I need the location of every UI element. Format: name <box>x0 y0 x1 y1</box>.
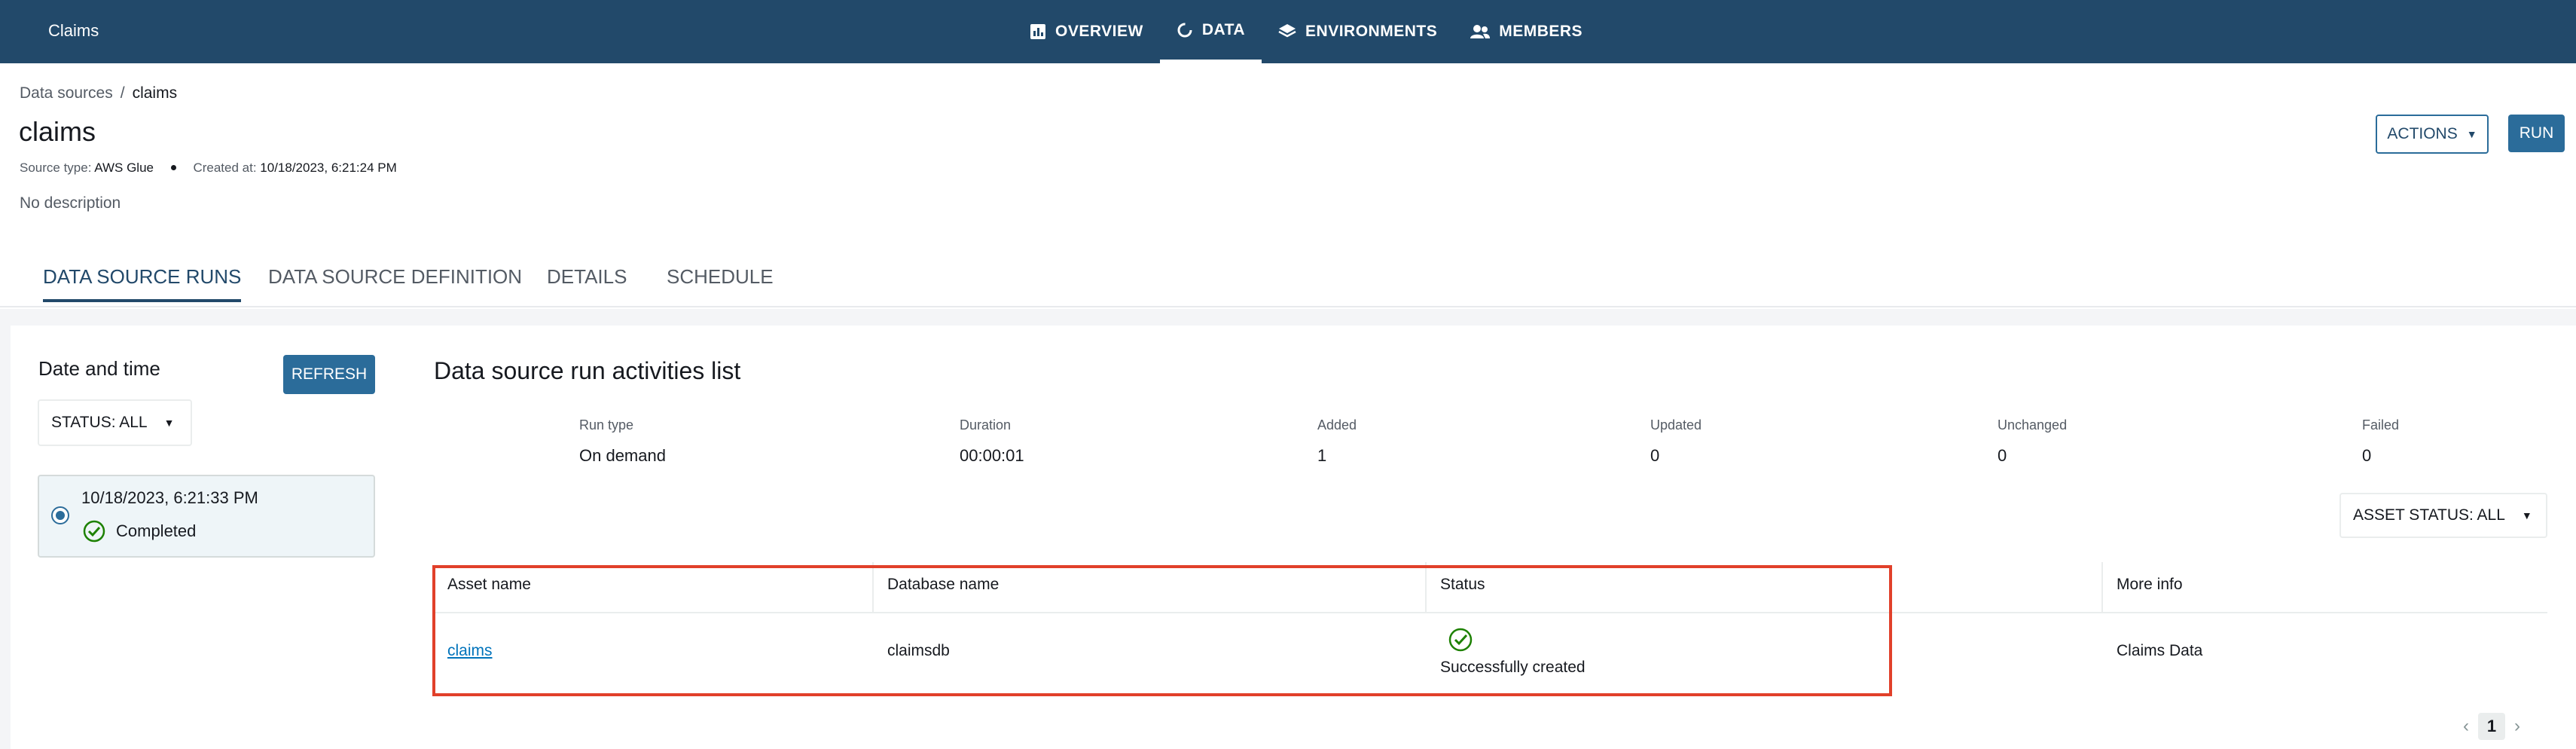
stat-updated-value: 0 <box>1650 446 1660 465</box>
chart-icon <box>1030 24 1045 39</box>
nav-members[interactable]: MEMBERS <box>1454 0 1599 63</box>
page-meta: Source type: AWS Glue Created at: 10/18/… <box>20 160 397 176</box>
status-filter-dropdown[interactable]: STATUS: ALL ▼ <box>38 399 192 446</box>
date-time-heading: Date and time <box>38 357 160 380</box>
top-navigation-bar: Claims OVERVIEW DATA ENVIRONMENTS MEMBER… <box>0 0 2576 63</box>
column-divider[interactable] <box>2101 562 2103 612</box>
data-icon <box>1177 23 1192 37</box>
tab-schedule[interactable]: SCHEDULE <box>667 265 774 299</box>
main-nav: OVERVIEW DATA ENVIRONMENTS MEMBERS <box>1013 0 1599 63</box>
caret-down-icon: ▼ <box>163 417 175 429</box>
stat-duration-value: 00:00:01 <box>960 446 1024 465</box>
stat-failed-label: Failed <box>2362 417 2400 433</box>
stat-run-type-value: On demand <box>579 446 666 465</box>
source-type-label: Source type: <box>20 160 92 175</box>
page-description: No description <box>20 194 121 212</box>
nav-overview[interactable]: OVERVIEW <box>1013 0 1160 63</box>
nav-members-label: MEMBERS <box>1499 23 1583 40</box>
stat-added-label: Added <box>1317 417 1357 433</box>
stat-unchanged-value: 0 <box>1998 446 2007 465</box>
stat-unchanged-label: Unchanged <box>1998 417 2068 433</box>
refresh-button[interactable]: REFRESH <box>283 355 375 394</box>
run-list-item[interactable]: 10/18/2023, 6:21:33 PM Completed <box>38 475 375 558</box>
page-number-current[interactable]: 1 <box>2478 713 2505 740</box>
run-timestamp: 10/18/2023, 6:21:33 PM <box>81 488 258 507</box>
check-circle-icon <box>83 520 105 543</box>
caret-down-icon: ▼ <box>2466 128 2477 140</box>
highlight-annotation-box <box>432 565 1892 696</box>
breadcrumb: Data sources / claims <box>20 84 177 102</box>
actions-label: ACTIONS <box>2387 125 2458 142</box>
users-icon <box>1470 25 1491 38</box>
breadcrumb-current: claims <box>132 84 178 102</box>
nav-data-label: DATA <box>1201 20 1246 38</box>
stat-run-type-label: Run type <box>579 417 634 433</box>
column-header-more-info[interactable]: More info <box>2117 576 2183 594</box>
layers-icon <box>1278 24 1296 38</box>
asset-status-filter-label: ASSET STATUS: ALL <box>2353 506 2505 524</box>
meta-dot <box>170 165 176 171</box>
tab-details[interactable]: DETAILS <box>547 265 627 299</box>
source-type-value: AWS Glue <box>94 160 154 175</box>
nav-environments-label: ENVIRONMENTS <box>1305 23 1438 40</box>
actions-button[interactable]: ACTIONS ▼ <box>2376 115 2489 154</box>
stat-duration-label: Duration <box>960 417 1012 433</box>
page-title: claims <box>19 116 96 147</box>
created-value: 10/18/2023, 6:21:24 PM <box>260 160 397 175</box>
stat-failed-value: 0 <box>2362 446 2372 465</box>
pagination: ‹ 1 › <box>2463 713 2520 740</box>
tab-bar: DATA SOURCE RUNS DATA SOURCE DEFINITION … <box>0 249 2576 307</box>
status-filter-label: STATUS: ALL <box>51 414 148 431</box>
created-label: Created at: <box>193 160 257 175</box>
activities-heading: Data source run activities list <box>434 357 741 384</box>
chevron-left-icon[interactable]: ‹ <box>2463 716 2469 737</box>
stat-updated-label: Updated <box>1650 417 1702 433</box>
more-info-cell: Claims Data <box>2117 642 2203 659</box>
nav-environments[interactable]: ENVIRONMENTS <box>1262 0 1454 63</box>
breadcrumb-data-sources[interactable]: Data sources <box>20 84 113 102</box>
breadcrumb-separator: / <box>120 84 125 102</box>
tab-data-source-definition[interactable]: DATA SOURCE DEFINITION <box>268 265 522 299</box>
nav-data[interactable]: DATA <box>1159 0 1262 63</box>
chevron-right-icon[interactable]: › <box>2514 716 2520 737</box>
run-status: Completed <box>83 520 196 543</box>
asset-status-filter-dropdown[interactable]: ASSET STATUS: ALL ▼ <box>2339 493 2547 538</box>
run-status-label: Completed <box>116 521 197 540</box>
nav-overview-label: OVERVIEW <box>1055 23 1143 40</box>
run-button[interactable]: RUN <box>2508 115 2565 152</box>
tab-data-source-runs[interactable]: DATA SOURCE RUNS <box>43 265 242 302</box>
caret-down-icon: ▼ <box>2521 509 2532 521</box>
run-radio-button[interactable] <box>51 506 69 524</box>
app-title[interactable]: Claims <box>48 21 99 41</box>
stat-added-value: 1 <box>1317 446 1327 465</box>
